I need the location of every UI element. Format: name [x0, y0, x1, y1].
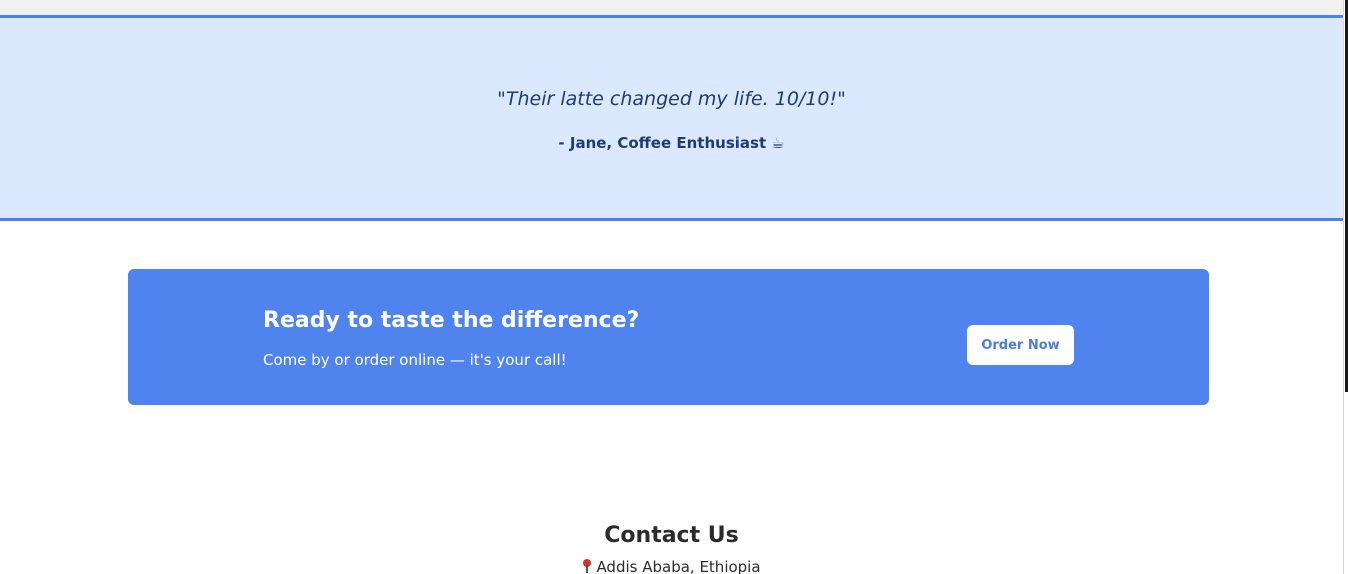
top-strip — [0, 0, 1343, 15]
vertical-scrollbar[interactable] — [1343, 0, 1348, 574]
cta-title: Ready to taste the difference? — [263, 308, 640, 333]
order-now-button[interactable]: Order Now — [967, 325, 1074, 365]
testimonial-author: - Jane, Coffee Enthusiast ☕ — [0, 134, 1343, 152]
testimonial-author-name: - Jane, Coffee Enthusiast — [558, 134, 767, 152]
contact-address: Addis Ababa, Ethiopia — [0, 558, 1343, 574]
testimonial-section: "Their latte changed my life. 10/10!" - … — [0, 15, 1343, 221]
contact-address-text: Addis Ababa, Ethiopia — [596, 558, 761, 574]
contact-title: Contact Us — [604, 523, 739, 548]
map-pin-icon — [582, 559, 592, 573]
cta-banner: Ready to taste the difference? Come by o… — [128, 269, 1209, 405]
coffee-cup-icon: ☕ — [771, 134, 785, 152]
cta-subtitle: Come by or order online — it's your call… — [263, 351, 567, 369]
testimonial-quote: "Their latte changed my life. 10/10!" — [497, 88, 846, 110]
